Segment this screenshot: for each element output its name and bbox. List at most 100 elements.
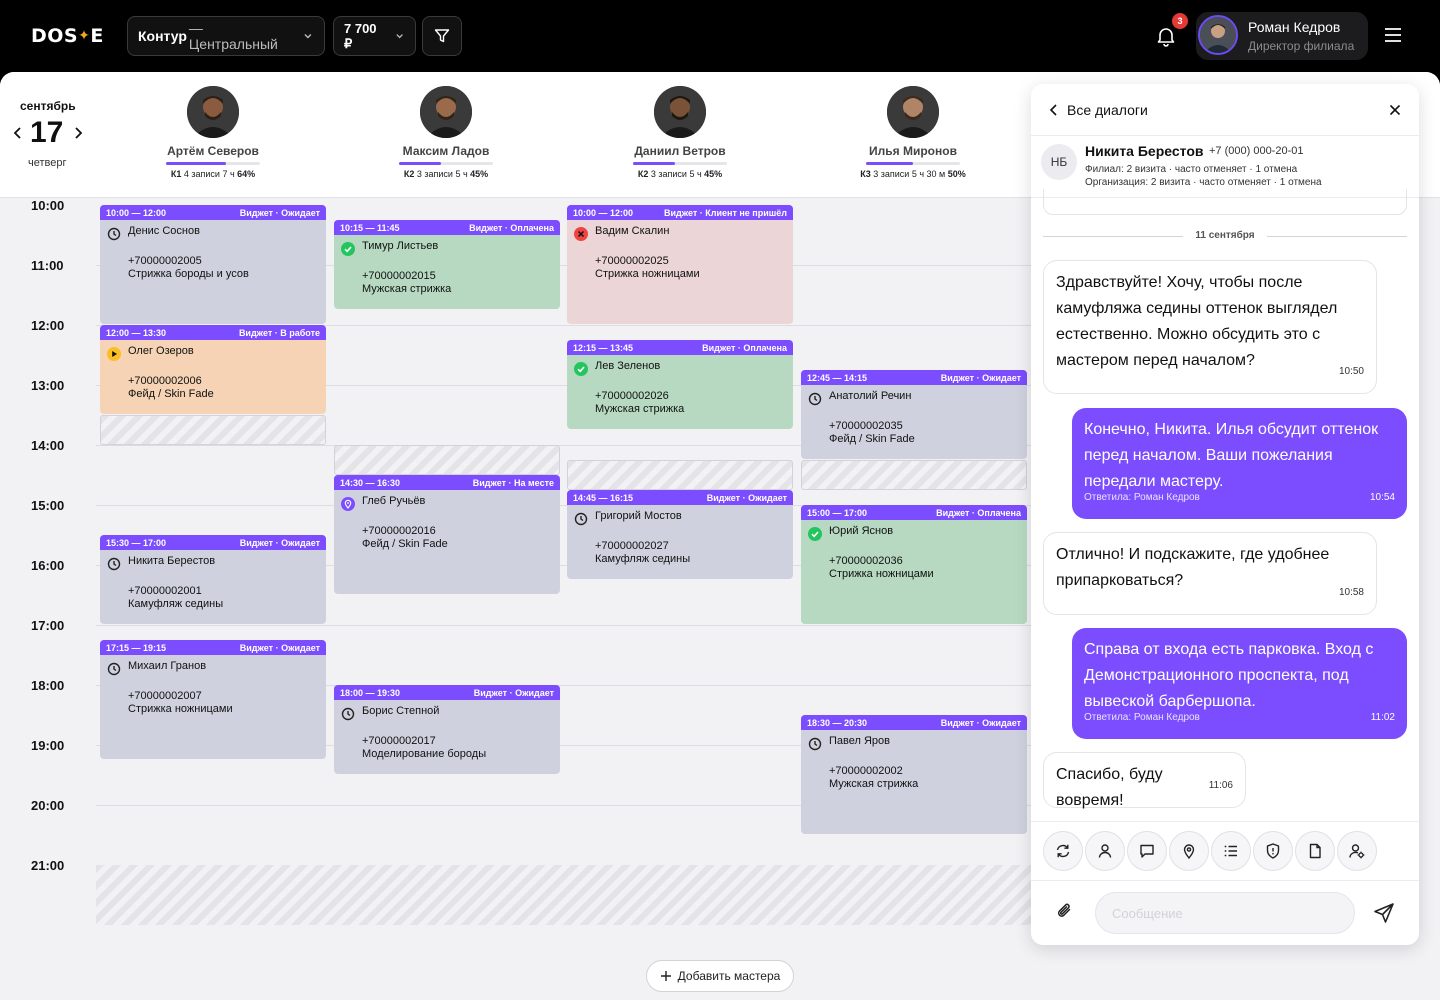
revenue-select[interactable]: 7 700 ₽ [333,16,416,56]
appointment-service: Камуфляж седины [128,598,224,610]
appointment-client: Олег Озеров [128,345,194,357]
message-author: Ответила: Роман Кедров [1084,492,1200,503]
incoming-message: Отлично! И подскажите, где удобнее припа… [1043,532,1377,615]
appointment-header: 15:00 — 17:00 Виджет · Оплачена [801,505,1027,520]
chevron-left-icon[interactable] [1049,103,1059,117]
appointment-status: Виджет · Ожидает [473,687,554,698]
date-month: сентябрь [20,99,76,113]
filter-button[interactable] [422,16,462,56]
shield-button[interactable] [1253,831,1293,871]
branch-company: Контур [138,28,187,44]
message-card-partial [1043,189,1407,215]
appointment-header: 18:30 — 20:30 Виджет · Ожидает [801,715,1027,730]
appointment-card[interactable]: 14:45 — 16:15 Виджет · Ожидает Григорий … [567,490,793,579]
avatar [420,86,472,138]
appointment-time: 18:00 — 19:30 [340,687,401,698]
chevron-left-icon[interactable] [12,126,24,140]
user-settings-icon [1349,844,1365,859]
master-load-bar [399,162,493,165]
time-label: 18:00 [31,678,65,693]
appointment-card[interactable]: 14:30 — 16:30 Виджет · На месте Глеб Руч… [334,475,560,594]
file-button[interactable] [1295,831,1335,871]
time-label: 12:00 [31,318,65,333]
branch-select[interactable]: Контур — Центральный [127,16,325,56]
bell-icon[interactable] [1155,25,1177,47]
message-input[interactable] [1095,892,1355,934]
appointment-card[interactable]: 18:00 — 19:30 Виджет · Ожидает Борис Сте… [334,685,560,774]
notification-badge: 3 [1172,13,1188,29]
master-column-header[interactable]: Даниил Ветров К2 3 записи 5 ч 45% [590,86,770,179]
time-label: 10:00 [31,198,65,213]
master-column-header[interactable]: Илья Миронов К3 3 записи 5 ч 30 м 50% [823,86,1003,179]
appointment-card[interactable]: 12:00 — 13:30 Виджет · В работе Олег Озе… [100,325,326,414]
master-name: Даниил Ветров [634,144,726,158]
appointment-card[interactable]: 18:30 — 20:30 Виджет · Ожидает Павел Яро… [801,715,1027,834]
date-weekday: четверг [28,157,67,169]
master-name: Артём Северов [167,144,259,158]
message-text: Справа от входа есть парковка. Вход с Де… [1084,641,1374,710]
close-icon[interactable] [1389,104,1401,116]
master-load-bar [166,162,260,165]
appointment-time: 15:00 — 17:00 [807,507,868,518]
appointment-card[interactable]: 12:15 — 13:45 Виджет · Оплачена Лев Зеле… [567,340,793,429]
master-name: Илья Миронов [869,144,957,158]
refresh-button[interactable] [1043,831,1083,871]
message-text: Конечно, Никита. Илья обсудит оттенок пе… [1084,421,1379,490]
appointment-card[interactable]: 12:45 — 14:15 Виджет · Ожидает Анатолий … [801,370,1027,459]
appointment-service: Фейд / Skin Fade [362,538,448,550]
chevron-right-icon[interactable] [72,126,84,140]
appointment-header: 10:00 — 12:00 Виджет · Клиент не пришёл [567,205,793,220]
appointment-client: Григорий Мостов [595,510,682,522]
master-column-header[interactable]: Максим Ладов К2 3 записи 5 ч 45% [356,86,536,179]
appointment-card[interactable]: 15:30 — 17:00 Виджет · Ожидает Никита Бе… [100,535,326,624]
add-master-button[interactable]: Добавить мастера [646,960,794,992]
appointment-card[interactable]: 15:00 — 17:00 Виджет · Оплачена Юрий Ясн… [801,505,1027,624]
outgoing-message: Справа от входа есть парковка. Вход с Де… [1072,628,1407,739]
message-author: Ответила: Роман Кедров [1084,712,1200,723]
client-name[interactable]: Никита Берестов [1085,143,1203,159]
clock-icon [107,662,121,676]
buffer-block [567,460,793,490]
chat-header: Все диалоги [1031,84,1419,136]
message-time: 10:54 [1369,492,1395,503]
appointment-client: Лев Зеленов [595,360,661,372]
list-button[interactable] [1211,831,1251,871]
appointment-status: Виджет · Ожидает [940,372,1021,383]
appointment-card[interactable]: 10:00 — 12:00 Виджет · Ожидает Денис Сос… [100,205,326,324]
user-settings-button[interactable] [1337,831,1377,871]
appointment-phone: +70000002035 [829,420,903,432]
logo[interactable]: DOS✦E [31,25,104,47]
master-column-header[interactable]: Артём Северов К1 4 записи 7 ч 64% [123,86,303,179]
master-stats: К3 3 записи 5 ч 30 м 50% [860,169,966,179]
location-button[interactable] [1169,831,1209,871]
appointment-phone: +70000002025 [595,255,669,267]
check-icon [808,527,822,541]
hour-line [96,625,1036,626]
user-button[interactable] [1085,831,1125,871]
appointment-client: Тимур Листьев [362,240,439,252]
outgoing-message: Конечно, Никита. Илья обсудит оттенок пе… [1072,408,1407,519]
paperclip-icon[interactable] [1055,901,1075,921]
appointment-time: 12:15 — 13:45 [573,342,634,353]
appointment-status: Виджет · Клиент не пришёл [663,207,787,218]
message-button[interactable] [1127,831,1167,871]
send-icon[interactable] [1373,902,1395,924]
appointment-card[interactable]: 10:00 — 12:00 Виджет · Клиент не пришёл … [567,205,793,324]
all-dialogs-link[interactable]: Все диалоги [1067,102,1148,118]
user-menu[interactable]: Роман Кедров Директор филиала [1196,12,1368,60]
appointment-card[interactable]: 10:15 — 11:45 Виджет · Оплачена Тимур Ли… [334,220,560,309]
appointment-card[interactable]: 17:15 — 19:15 Виджет · Ожидает Михаил Гр… [100,640,326,759]
master-load-bar [866,162,960,165]
master-name: Максим Ладов [402,144,490,158]
client-phone[interactable]: +7 (000) 000-20-01 [1209,145,1303,157]
menu-icon[interactable] [1384,26,1402,44]
chevron-down-icon [396,34,403,39]
appointment-client: Глеб Ручьёв [362,495,426,507]
day-separator: 11 сентября [1043,230,1407,242]
appointment-status: Виджет · Оплачена [702,342,787,353]
appointment-status: Виджет · Ожидает [940,717,1021,728]
appointment-status: Виджет · Оплачена [469,222,554,233]
buffer-block [100,415,326,445]
appointment-header: 18:00 — 19:30 Виджет · Ожидает [334,685,560,700]
appointment-status: Виджет · Ожидает [706,492,787,503]
